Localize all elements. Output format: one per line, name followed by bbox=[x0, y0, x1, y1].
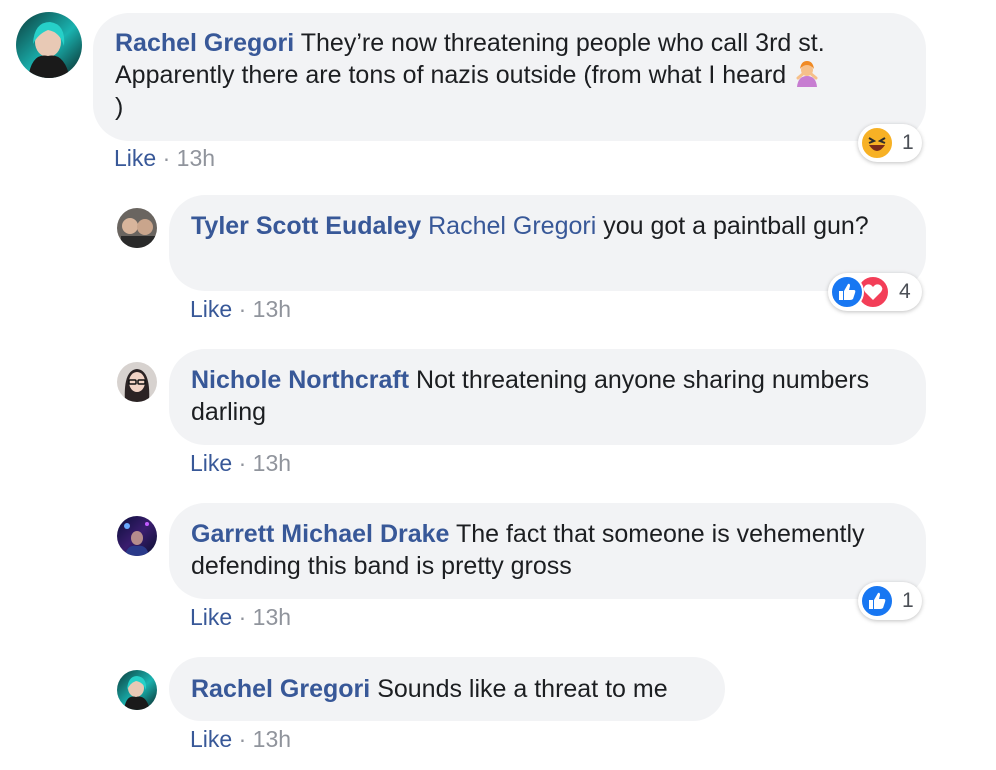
avatar-image bbox=[28, 22, 70, 78]
comment-actions: Like · 13h bbox=[190, 449, 291, 477]
comment-bubble: Rachel Gregori Sounds like a threat to m… bbox=[169, 657, 725, 721]
separator-dot: · bbox=[238, 604, 247, 630]
avatar[interactable] bbox=[117, 362, 157, 402]
avatar-image bbox=[124, 369, 150, 402]
like-reaction-icon bbox=[830, 275, 864, 309]
like-link[interactable]: Like bbox=[190, 726, 232, 752]
like-link[interactable]: Like bbox=[190, 296, 232, 322]
separator-dot: · bbox=[238, 726, 247, 752]
comment-text-end: ) bbox=[115, 93, 124, 121]
comment-text: Sounds like a threat to me bbox=[377, 675, 668, 703]
comment-actions: Like · 13h bbox=[190, 603, 291, 631]
reaction-summary[interactable]: 1 bbox=[858, 124, 922, 162]
avatar-image bbox=[121, 218, 155, 248]
avatar-image bbox=[124, 676, 150, 710]
comment-bubble: Rachel Gregori They’re now threatening p… bbox=[93, 13, 926, 141]
comment-bubble: Garrett Michael Drake The fact that some… bbox=[169, 503, 926, 599]
reaction-count: 4 bbox=[899, 280, 911, 303]
haha-reaction-icon bbox=[860, 126, 894, 160]
avatar[interactable] bbox=[117, 516, 157, 556]
timestamp[interactable]: 13h bbox=[253, 726, 291, 752]
avatar[interactable] bbox=[117, 670, 157, 710]
mention-link[interactable]: Rachel Gregori bbox=[428, 212, 596, 240]
avatar[interactable] bbox=[117, 208, 157, 248]
timestamp[interactable]: 13h bbox=[253, 604, 291, 630]
like-link[interactable]: Like bbox=[190, 604, 232, 630]
reaction-summary[interactable]: 1 bbox=[858, 582, 922, 620]
separator-dot: · bbox=[162, 145, 171, 171]
like-reaction-icon bbox=[860, 584, 894, 618]
like-link[interactable]: Like bbox=[190, 450, 232, 476]
comment-text: you got a paintball gun? bbox=[603, 212, 869, 240]
timestamp[interactable]: 13h bbox=[253, 450, 291, 476]
reaction-summary[interactable]: 4 bbox=[828, 273, 922, 311]
reaction-count: 1 bbox=[902, 131, 914, 154]
comment-author[interactable]: Rachel Gregori bbox=[191, 675, 370, 703]
person-gesturing-no-emoji bbox=[793, 59, 821, 87]
avatar-image bbox=[124, 522, 149, 556]
reaction-count: 1 bbox=[902, 589, 914, 612]
comment-bubble: Tyler Scott Eudaley Rachel Gregori you g… bbox=[169, 195, 926, 291]
timestamp[interactable]: 13h bbox=[253, 296, 291, 322]
comment-bubble: Nichole Northcraft Not threatening anyon… bbox=[169, 349, 926, 445]
avatar[interactable] bbox=[16, 12, 82, 78]
comment-author[interactable]: Garrett Michael Drake bbox=[191, 520, 449, 548]
comment-author[interactable]: Tyler Scott Eudaley bbox=[191, 212, 421, 240]
timestamp[interactable]: 13h bbox=[177, 145, 215, 171]
comment-actions: Like · 13h bbox=[190, 295, 291, 323]
separator-dot: · bbox=[238, 450, 247, 476]
comment-author[interactable]: Nichole Northcraft bbox=[191, 366, 409, 394]
comment-author[interactable]: Rachel Gregori bbox=[115, 29, 294, 57]
separator-dot: · bbox=[238, 296, 247, 322]
comment-actions: Like · 13h bbox=[190, 725, 291, 753]
comment-actions: Like · 13h bbox=[114, 144, 215, 172]
like-link[interactable]: Like bbox=[114, 145, 156, 171]
